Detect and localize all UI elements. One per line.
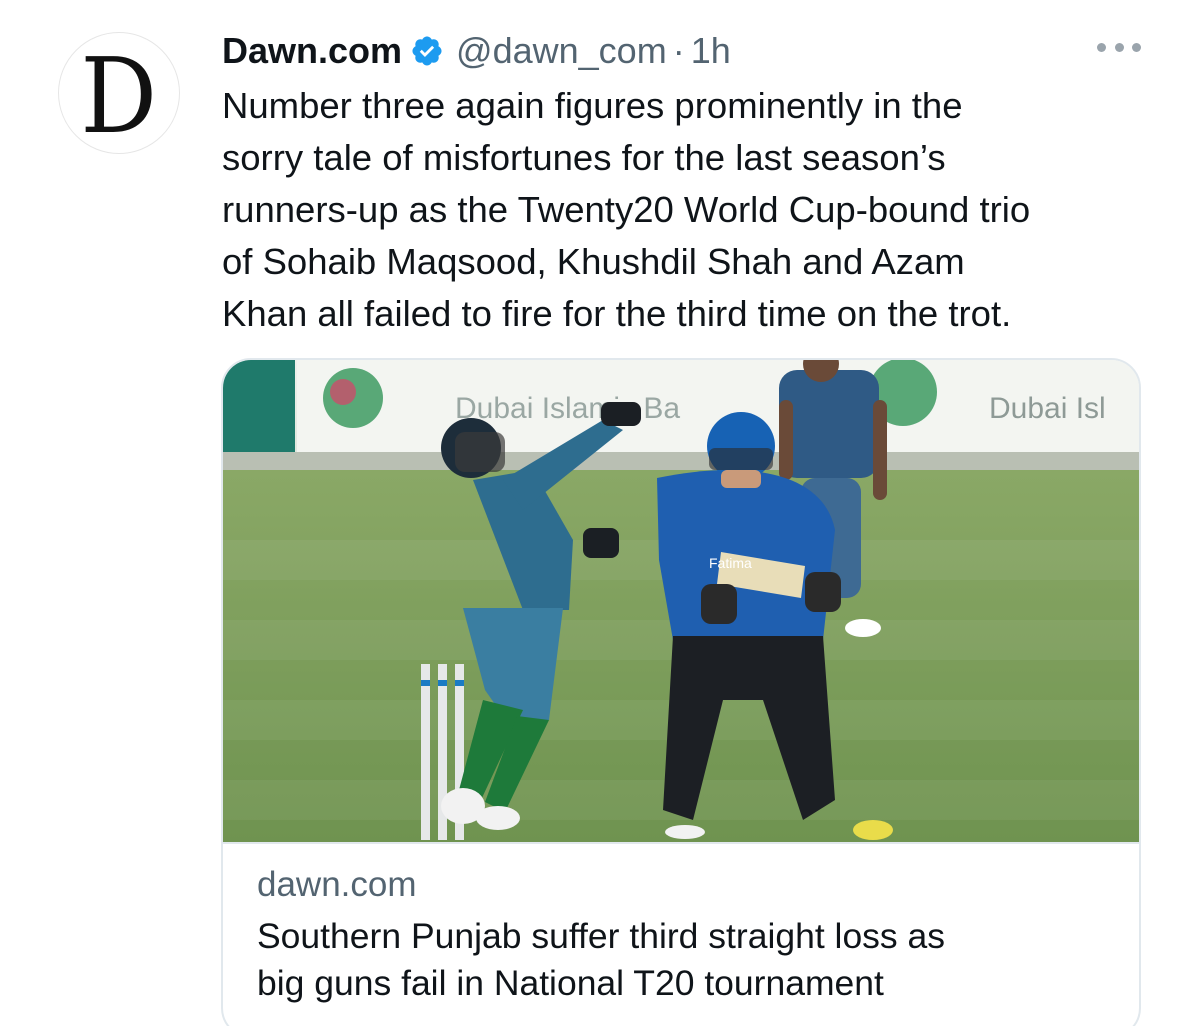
avatar-logo-letter: D [80, 35, 158, 157]
timestamp[interactable]: 1h [691, 30, 731, 72]
separator-dot: · [672, 30, 685, 71]
article-photo[interactable]: Dubai Islamic Ba Dubai Isl Fatima [223, 360, 1139, 842]
card-meta[interactable]: dawn.com Southern Punjab suffer third st… [223, 842, 1139, 1007]
verified-badge-icon [412, 36, 442, 66]
tweet-text-line: runners-up as the Twenty20 World Cup-bou… [222, 189, 1031, 230]
more-dot [1132, 42, 1141, 52]
tweet-text-line: sorry tale of misfortunes for the last s… [222, 137, 946, 178]
user-handle[interactable]: @dawn_com [456, 30, 667, 72]
card-title[interactable]: Southern Punjab suffer third straight lo… [257, 913, 1105, 1007]
tweet-text: Number three again figures prominently i… [222, 80, 1152, 340]
card-title-line: big guns fail in National T20 tournament [257, 963, 884, 1003]
board-text-left: Dubai Islamic Ba [455, 392, 680, 425]
avatar[interactable]: D [58, 32, 180, 154]
more-dot [1097, 42, 1106, 52]
shirt-sponsor: Fatima [709, 555, 752, 571]
tweet-text-line: Number three again figures prominently i… [222, 85, 963, 126]
tweet-text-line: Khan all failed to fire for the third ti… [222, 293, 1012, 334]
tweet-header: Dawn.com @dawn_com · 1h [222, 26, 731, 76]
board-text-right: Dubai Isl [989, 392, 1106, 425]
more-dot [1114, 42, 1124, 52]
more-options-icon[interactable] [1097, 37, 1141, 57]
link-preview-card[interactable]: Dubai Islamic Ba Dubai Isl Fatima dawn.c… [221, 358, 1141, 1026]
display-name[interactable]: Dawn.com [222, 30, 402, 72]
card-domain: dawn.com [257, 865, 417, 904]
card-title-line: Southern Punjab suffer third straight lo… [257, 916, 946, 956]
tweet-text-line: of Sohaib Maqsood, Khushdil Shah and Aza… [222, 241, 965, 282]
